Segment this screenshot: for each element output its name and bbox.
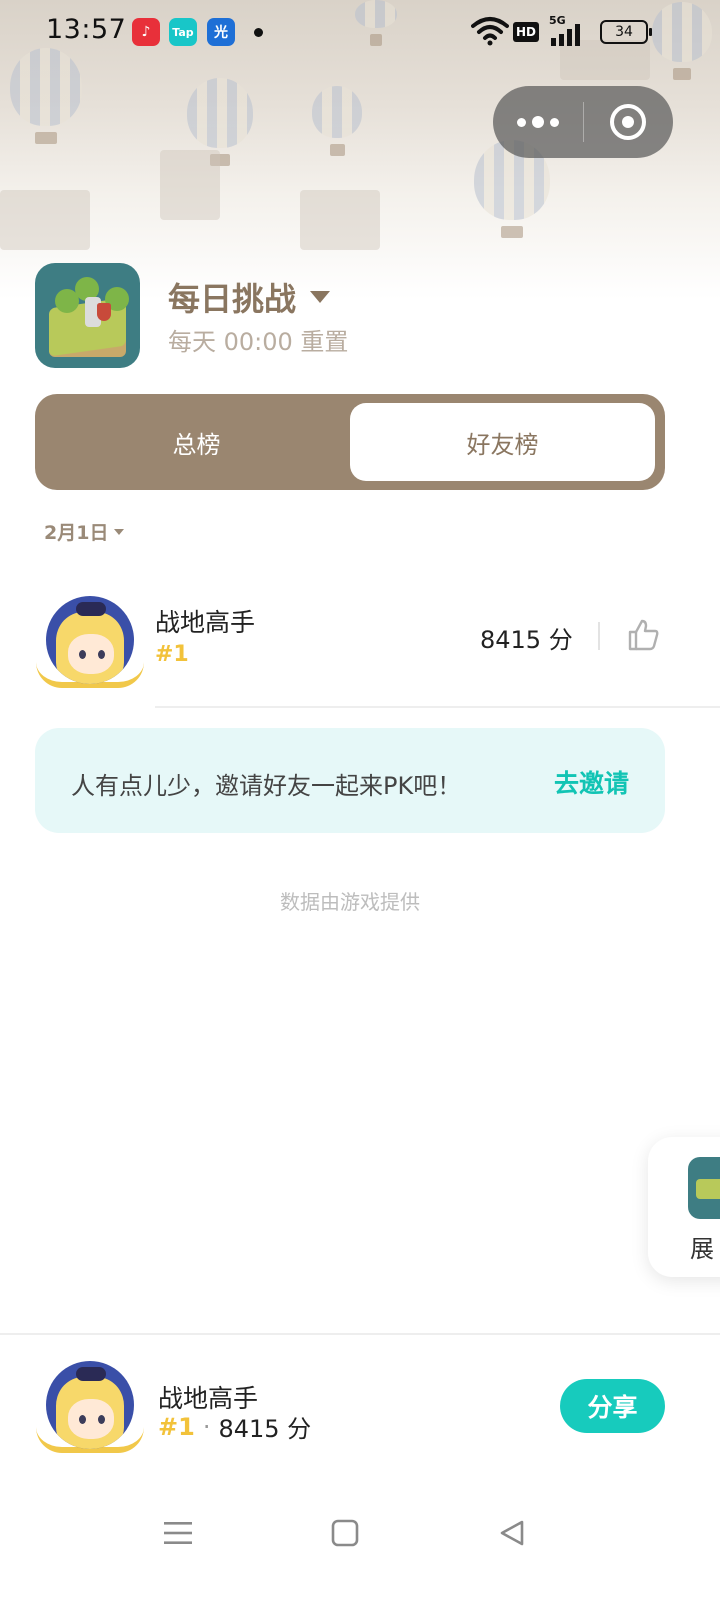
tab-friends[interactable]: 好友榜 bbox=[350, 403, 655, 481]
back-triangle-icon bbox=[500, 1520, 524, 1546]
my-avatar[interactable] bbox=[36, 1361, 144, 1457]
my-rank-bar: 战地高手 #1 · 8415 分 分享 bbox=[0, 1333, 720, 1483]
my-rank-line: #1 · 8415 分 bbox=[158, 1409, 311, 1444]
home-square-icon bbox=[331, 1519, 359, 1547]
guang-app-icon: 光 bbox=[207, 18, 235, 46]
tab-overall[interactable]: 总榜 bbox=[44, 403, 349, 481]
data-source-note: 数据由游戏提供 bbox=[280, 890, 420, 914]
more-button[interactable] bbox=[493, 86, 583, 158]
date-dropdown-icon bbox=[114, 528, 125, 535]
leaderboard-tabs: 总榜 好友榜 bbox=[35, 394, 665, 490]
more-dots-icon bbox=[516, 116, 559, 128]
notification-dot-icon bbox=[254, 28, 263, 37]
music-app-icon: ♪ bbox=[132, 18, 160, 46]
back-nav-button[interactable] bbox=[482, 1503, 542, 1563]
close-miniprogram-button[interactable] bbox=[584, 86, 674, 158]
target-circle-icon bbox=[610, 104, 647, 140]
status-bar: 13:57 ♪ Tap 光 HD 5G 34 bbox=[0, 0, 720, 64]
invite-text: 人有点儿少，邀请好友一起来PK吧！ bbox=[71, 772, 462, 800]
thumbs-up-icon[interactable] bbox=[626, 618, 660, 652]
system-nav-bar bbox=[0, 1483, 720, 1612]
battery-icon: 34 bbox=[600, 20, 652, 44]
avatar[interactable] bbox=[36, 596, 144, 692]
my-score: 8415 分 bbox=[218, 1415, 312, 1443]
home-nav-button[interactable] bbox=[315, 1503, 375, 1563]
page-title: 每日挑战 bbox=[168, 280, 297, 318]
status-time: 13:57 bbox=[46, 14, 127, 45]
wifi-icon bbox=[471, 17, 509, 46]
miniprogram-capsule bbox=[493, 86, 673, 158]
hd-icon: HD bbox=[513, 22, 539, 42]
reset-time-label: 每天 00:00 重置 bbox=[168, 328, 349, 356]
menu-icon bbox=[164, 1522, 192, 1544]
share-button[interactable]: 分享 bbox=[560, 1379, 665, 1433]
battery-level: 34 bbox=[615, 24, 633, 40]
dropdown-triangle-icon bbox=[310, 291, 331, 303]
row-divider-vertical bbox=[598, 622, 600, 650]
challenge-title-dropdown[interactable]: 每日挑战 bbox=[168, 274, 331, 320]
floating-card-label: 展 bbox=[690, 1235, 714, 1263]
player-score: 8415 分 bbox=[480, 626, 573, 654]
taptap-app-icon: Tap bbox=[169, 18, 197, 46]
rank-separator: · bbox=[202, 1412, 211, 1441]
date-label: 2月1日 bbox=[44, 522, 109, 544]
player-rank: #1 bbox=[155, 642, 189, 667]
signal-icon bbox=[551, 24, 580, 46]
my-rank: #1 bbox=[158, 1412, 195, 1441]
menu-nav-button[interactable] bbox=[148, 1503, 208, 1563]
row-divider bbox=[155, 706, 720, 708]
game-thumbnail-icon bbox=[688, 1157, 720, 1219]
player-name: 战地高手 bbox=[155, 608, 256, 637]
invite-button[interactable]: 去邀请 bbox=[554, 764, 629, 800]
game-icon bbox=[35, 263, 140, 368]
floating-game-card[interactable]: 展 bbox=[648, 1137, 720, 1277]
date-selector[interactable]: 2月1日 bbox=[44, 518, 125, 545]
invite-banner: 人有点儿少，邀请好友一起来PK吧！ 去邀请 bbox=[35, 728, 665, 833]
